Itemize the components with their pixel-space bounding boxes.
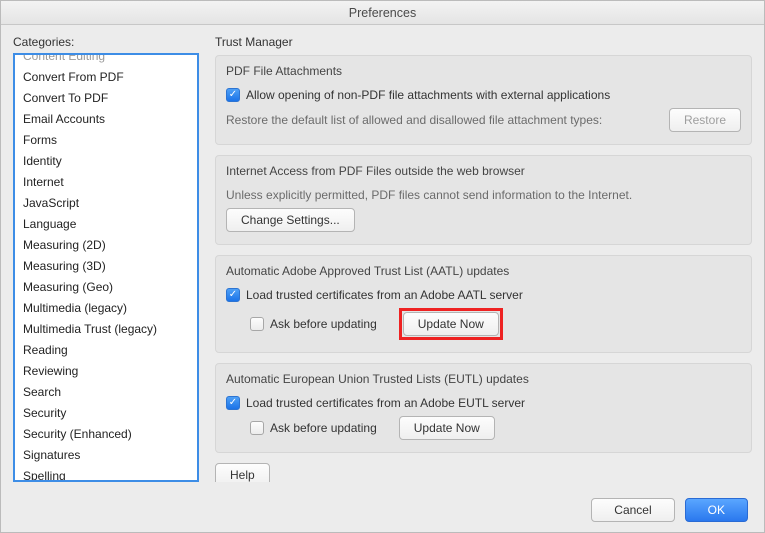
section-title: PDF File Attachments <box>226 64 741 78</box>
sidebar-item[interactable]: Security (Enhanced) <box>15 424 197 445</box>
panel-title: Trust Manager <box>215 35 752 55</box>
help-button[interactable]: Help <box>215 463 270 482</box>
sidebar-item[interactable]: Email Accounts <box>15 109 197 130</box>
categories-label: Categories: <box>13 35 199 53</box>
internet-desc: Unless explicitly permitted, PDF files c… <box>226 188 632 202</box>
cancel-button[interactable]: Cancel <box>591 498 674 522</box>
eutl-update-now-button[interactable]: Update Now <box>399 416 495 440</box>
sidebar-item[interactable]: Measuring (3D) <box>15 256 197 277</box>
section-title: Internet Access from PDF Files outside t… <box>226 164 741 178</box>
aatl-load-label: Load trusted certificates from an Adobe … <box>246 288 523 302</box>
sidebar-item[interactable]: Search <box>15 382 197 403</box>
restore-button[interactable]: Restore <box>669 108 741 132</box>
sidebar-item[interactable]: Measuring (Geo) <box>15 277 197 298</box>
sidebar-item[interactable]: Multimedia Trust (legacy) <box>15 319 197 340</box>
sidebar-item[interactable]: JavaScript <box>15 193 197 214</box>
sidebar-item[interactable]: Signatures <box>15 445 197 466</box>
aatl-ask-checkbox[interactable] <box>250 317 264 331</box>
sidebar-item[interactable]: Multimedia (legacy) <box>15 298 197 319</box>
allow-open-checkbox[interactable]: ✓ <box>226 88 240 102</box>
sidebar-item[interactable]: Language <box>15 214 197 235</box>
sidebar-item[interactable]: Identity <box>15 151 197 172</box>
sidebar-item[interactable]: Security <box>15 403 197 424</box>
section-aatl: Automatic Adobe Approved Trust List (AAT… <box>215 255 752 353</box>
sidebar-item[interactable]: Forms <box>15 130 197 151</box>
sidebar-item[interactable]: Measuring (2D) <box>15 235 197 256</box>
allow-open-label: Allow opening of non-PDF file attachment… <box>246 88 610 102</box>
check-icon: ✓ <box>229 90 237 100</box>
sidebar-item[interactable]: Convert To PDF <box>15 88 197 109</box>
section-internet-access: Internet Access from PDF Files outside t… <box>215 155 752 245</box>
preferences-window: Preferences Categories: Content EditingC… <box>0 0 765 533</box>
sidebar-item[interactable]: Content Editing <box>15 53 197 67</box>
restore-text: Restore the default list of allowed and … <box>226 113 602 127</box>
section-title: Automatic European Union Trusted Lists (… <box>226 372 741 386</box>
section-title: Automatic Adobe Approved Trust List (AAT… <box>226 264 741 278</box>
aatl-update-now-button[interactable]: Update Now <box>403 312 499 336</box>
sidebar-item[interactable]: Spelling <box>15 466 197 482</box>
eutl-ask-label: Ask before updating <box>270 421 377 435</box>
sidebar-item[interactable]: Internet <box>15 172 197 193</box>
ok-button[interactable]: OK <box>685 498 748 522</box>
check-icon: ✓ <box>229 290 237 300</box>
highlight-box: Update Now <box>399 308 503 340</box>
section-pdf-attachments: PDF File Attachments ✓ Allow opening of … <box>215 55 752 145</box>
dialog-footer: Cancel OK <box>1 490 764 532</box>
section-eutl: Automatic European Union Trusted Lists (… <box>215 363 752 453</box>
change-settings-button[interactable]: Change Settings... <box>226 208 355 232</box>
aatl-ask-label: Ask before updating <box>270 317 377 331</box>
content: Categories: Content EditingConvert From … <box>1 25 764 490</box>
sidebar-item[interactable]: Reviewing <box>15 361 197 382</box>
aatl-load-checkbox[interactable]: ✓ <box>226 288 240 302</box>
eutl-ask-checkbox[interactable] <box>250 421 264 435</box>
panel-body: PDF File Attachments ✓ Allow opening of … <box>215 55 752 482</box>
window-title: Preferences <box>1 1 764 25</box>
panel: Trust Manager PDF File Attachments ✓ All… <box>215 35 752 482</box>
sidebar: Categories: Content EditingConvert From … <box>13 35 199 482</box>
categories-listbox[interactable]: Content EditingConvert From PDFConvert T… <box>13 53 199 482</box>
check-icon: ✓ <box>229 398 237 408</box>
sidebar-item[interactable]: Convert From PDF <box>15 67 197 88</box>
sidebar-item[interactable]: Reading <box>15 340 197 361</box>
eutl-load-label: Load trusted certificates from an Adobe … <box>246 396 525 410</box>
eutl-load-checkbox[interactable]: ✓ <box>226 396 240 410</box>
